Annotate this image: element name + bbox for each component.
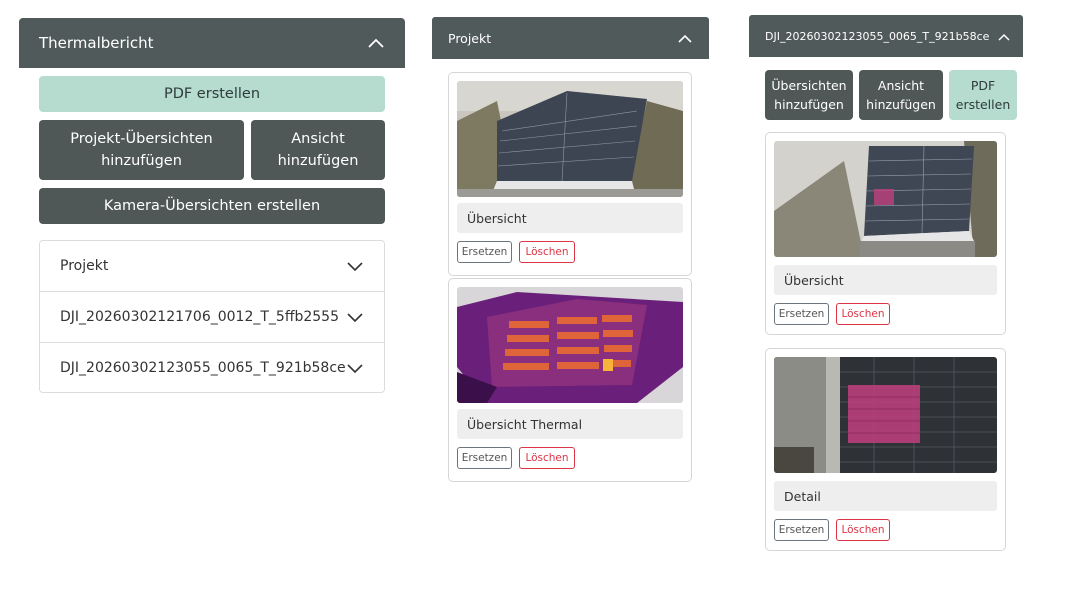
accordion-item-label: DJI_20260302123055_0065_T_921b58ce [60, 360, 346, 376]
image-panel: DJI_20260302123055_0065_T_921b58ce Übers… [749, 15, 1023, 555]
image-caption: Übersicht Thermal [457, 409, 683, 439]
roof-rgb-marked-image[interactable] [774, 141, 997, 257]
chevron-up-icon[interactable] [997, 27, 1011, 46]
roof-detail-thermal-image[interactable] [774, 357, 997, 473]
add-project-overviews-button[interactable]: Projekt-Übersichten hinzufügen [39, 120, 244, 180]
replace-button[interactable]: Ersetzen [457, 241, 512, 263]
project-panel: Projekt Übersicht Ersetzen Löschen Übers… [432, 17, 709, 487]
replace-button[interactable]: Ersetzen [774, 519, 829, 541]
image-card-thermal-overview: Übersicht Thermal Ersetzen Löschen [448, 278, 692, 482]
thermal-report-title: Thermalbericht [39, 34, 154, 52]
image-title: DJI_20260302123055_0065_T_921b58ce [765, 29, 990, 43]
chevron-up-icon[interactable] [367, 34, 385, 53]
image-card-overview: Übersicht Ersetzen Löschen [765, 132, 1006, 335]
pdf-create-button[interactable]: PDF erstellen [949, 70, 1017, 120]
add-view-button[interactable]: Ansicht hinzufügen [859, 70, 943, 120]
accordion-item-label: Projekt [60, 258, 109, 274]
project-header[interactable]: Projekt [432, 17, 709, 59]
image-card-overview: Übersicht Ersetzen Löschen [448, 72, 692, 276]
create-camera-overviews-button[interactable]: Kamera-Übersichten erstellen [39, 188, 385, 224]
project-title: Projekt [448, 30, 492, 46]
image-caption: Übersicht [774, 265, 997, 295]
image-card-detail: Detail Ersetzen Löschen [765, 348, 1006, 551]
image-header[interactable]: DJI_20260302123055_0065_T_921b58ce [749, 15, 1023, 57]
delete-button[interactable]: Löschen [519, 241, 575, 263]
add-view-button[interactable]: Ansicht hinzufügen [251, 120, 385, 180]
image-caption: Detail [774, 481, 997, 511]
accordion-item-project[interactable]: Projekt [40, 241, 384, 292]
accordion-item-image-0012[interactable]: DJI_20260302121706_0012_T_5ffb2555 [40, 292, 384, 343]
section-accordion: Projekt DJI_20260302121706_0012_T_5ffb25… [39, 240, 385, 393]
chevron-down-icon [346, 257, 364, 276]
replace-button[interactable]: Ersetzen [457, 447, 512, 469]
replace-button[interactable]: Ersetzen [774, 303, 829, 325]
accordion-item-label: DJI_20260302121706_0012_T_5ffb2555 [60, 309, 339, 325]
pdf-create-button[interactable]: PDF erstellen [39, 76, 385, 112]
add-overviews-button[interactable]: Übersichten hinzufügen [765, 70, 853, 120]
thermal-report-panel: Thermalbericht PDF erstellen Projekt-Übe… [19, 18, 405, 398]
chevron-up-icon[interactable] [677, 29, 693, 48]
delete-button[interactable]: Löschen [836, 519, 890, 541]
image-caption: Übersicht [457, 203, 683, 233]
roof-rgb-overview-image[interactable] [457, 81, 683, 197]
accordion-item-image-0065[interactable]: DJI_20260302123055_0065_T_921b58ce [40, 343, 384, 393]
delete-button[interactable]: Löschen [836, 303, 890, 325]
chevron-down-icon [346, 308, 364, 327]
roof-thermal-overview-image[interactable] [457, 287, 683, 403]
thermal-report-header[interactable]: Thermalbericht [19, 18, 405, 68]
delete-button[interactable]: Löschen [519, 447, 575, 469]
chevron-down-icon [346, 359, 364, 378]
